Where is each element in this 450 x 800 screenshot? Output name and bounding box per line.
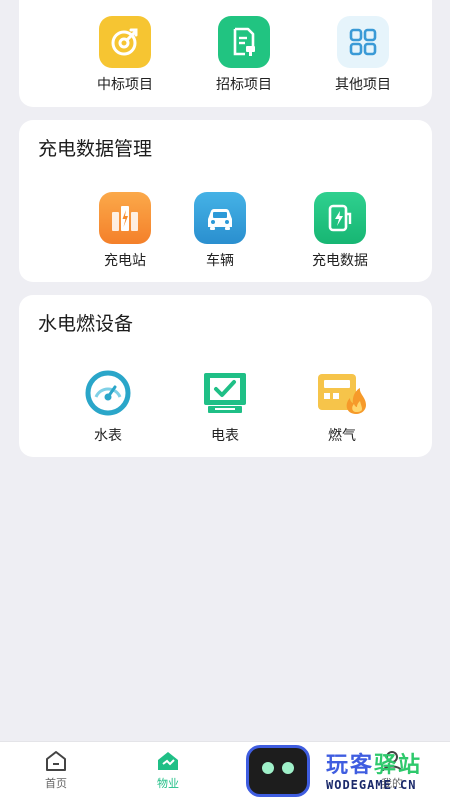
- vehicles-label: 车辆: [206, 252, 234, 268]
- car-icon: [194, 192, 246, 244]
- charging-station-label: 充电站: [104, 252, 146, 268]
- other-projects-item[interactable]: 其他项目: [308, 16, 418, 94]
- nav-label-home: 首页: [45, 778, 67, 790]
- charging-data-card: 充电数据管理 充电站 车辆 充电数据: [19, 120, 432, 282]
- charging-data-icon: [314, 192, 366, 244]
- watermark-title: 玩客驿站: [326, 752, 423, 777]
- electric-meter-label: 电表: [211, 427, 239, 443]
- utilities-section-title: 水电燃设备: [38, 314, 134, 335]
- charging-data-label: 充电数据: [312, 252, 368, 268]
- watermark-robot-logo: [246, 745, 310, 797]
- charging-section-title: 充电数据管理: [38, 139, 153, 160]
- winning-bid-projects-item[interactable]: 中标项目: [70, 16, 180, 94]
- nav-item-property[interactable]: 物业: [128, 750, 208, 791]
- electric-meter-item[interactable]: 电表: [170, 367, 280, 445]
- gas-meter-item[interactable]: 燃气: [287, 367, 397, 445]
- document-edit-icon: [218, 16, 270, 68]
- grid-apps-icon: [337, 16, 389, 68]
- property-icon: [158, 752, 178, 770]
- nav-item-home[interactable]: 首页: [16, 750, 96, 791]
- other-projects-label: 其他项目: [335, 76, 391, 92]
- projects-card: 中标项目 招标项目 其他项目: [19, 0, 432, 107]
- watermark: 玩客驿站 WODEGAME.CN: [246, 745, 450, 797]
- water-meter-item[interactable]: 水表: [53, 367, 163, 445]
- gas-meter-flame-icon: [316, 367, 368, 419]
- nav-label-property: 物业: [157, 778, 179, 790]
- charging-station-item[interactable]: 充电站: [70, 192, 180, 270]
- charging-station-icon: [99, 192, 151, 244]
- vehicles-item[interactable]: 车辆: [165, 192, 275, 270]
- home-icon: [46, 751, 66, 771]
- tender-projects-item[interactable]: 招标项目: [189, 16, 299, 94]
- water-meter-label: 水表: [94, 427, 122, 443]
- charging-data-item[interactable]: 充电数据: [285, 192, 395, 270]
- utilities-card: 水电燃设备 水表 电表 燃气: [19, 295, 432, 457]
- tender-projects-label: 招标项目: [216, 76, 272, 92]
- winning-bid-projects-label: 中标项目: [97, 76, 153, 92]
- target-check-icon: [99, 16, 151, 68]
- gas-meter-label: 燃气: [328, 427, 356, 443]
- watermark-url: WODEGAME.CN: [326, 778, 417, 792]
- electric-meter-icon: [199, 367, 251, 419]
- water-meter-gauge-icon: [82, 367, 134, 419]
